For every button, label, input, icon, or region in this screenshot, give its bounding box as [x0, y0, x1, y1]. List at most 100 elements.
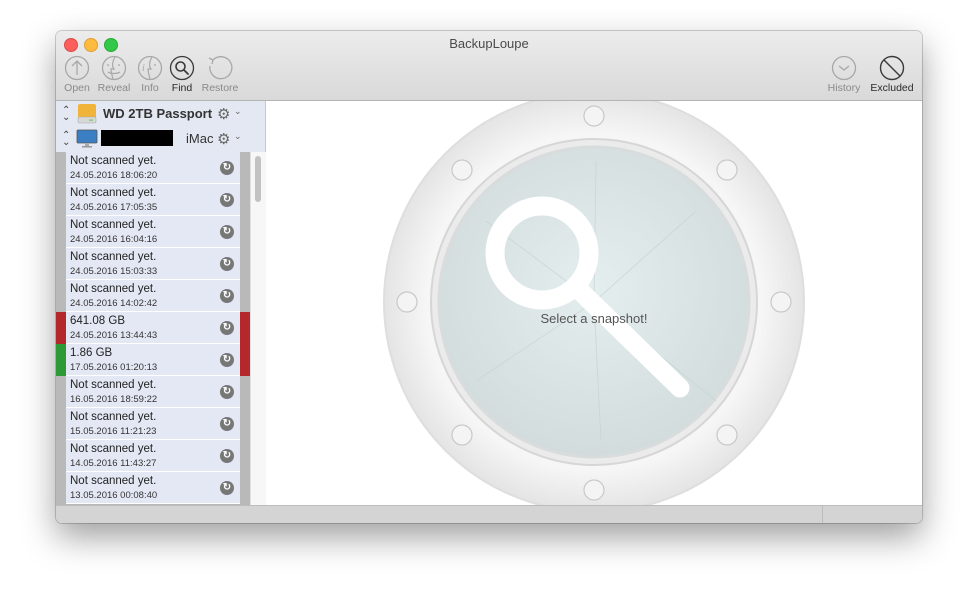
snapshot-date: 13.05.2016 00:08:40 — [70, 490, 158, 501]
chevron-down-icon[interactable]: ⌄ — [234, 106, 242, 117]
main-view: Select a snapshot! — [266, 101, 922, 505]
rescan-icon[interactable]: ↻ — [220, 193, 234, 207]
snapshot-row[interactable]: 641.08 GB 24.05.2016 13:44:43 ↻ — [56, 312, 250, 344]
snapshot-size: Not scanned yet. — [70, 187, 157, 199]
snapshot-size: Not scanned yet. — [70, 283, 157, 295]
rescan-icon[interactable]: ↻ — [220, 225, 234, 239]
snapshot-status-left — [56, 344, 66, 376]
snapshot-status-right — [240, 472, 250, 504]
snapshot-status-right — [240, 344, 250, 376]
gear-icon[interactable]: ⚙ — [217, 105, 230, 123]
restore-button[interactable]: Restore — [198, 55, 242, 94]
scrollbar[interactable] — [250, 152, 266, 505]
snapshot-row-body: Not scanned yet. 24.05.2016 15:03:33 ↻ — [66, 248, 240, 280]
titlebar-toolbar: BackupLoupe Open Reveal i Info Find Rest… — [56, 31, 922, 101]
rescan-icon[interactable]: ↻ — [220, 449, 234, 463]
snapshot-status-left — [56, 472, 66, 504]
imac-icon — [76, 129, 98, 148]
snapshot-row[interactable]: Not scanned yet. 13.05.2016 00:08:40 ↻ — [56, 472, 250, 504]
snapshot-status-left — [56, 440, 66, 472]
snapshot-status-right — [240, 408, 250, 440]
rescan-icon[interactable]: ↻ — [220, 161, 234, 175]
snapshot-row-body: Not scanned yet. 13.05.2016 00:08:40 ↻ — [66, 472, 240, 504]
rescan-icon[interactable]: ↻ — [220, 289, 234, 303]
snapshot-status-left — [56, 216, 66, 248]
excluded-button[interactable]: Excluded — [870, 55, 914, 94]
rescan-icon[interactable]: ↻ — [220, 353, 234, 367]
snapshot-row-body: Not scanned yet. 24.05.2016 18:06:20 ↻ — [66, 152, 240, 184]
snapshot-row[interactable]: Not scanned yet. 24.05.2016 15:03:33 ↻ — [56, 248, 250, 280]
rescan-icon[interactable]: ↻ — [220, 257, 234, 271]
machine-name: iMac — [186, 131, 214, 146]
snapshot-row-body: Not scanned yet. 24.05.2016 16:04:16 ↻ — [66, 216, 240, 248]
snapshot-date: 24.05.2016 14:02:42 — [70, 298, 158, 309]
snapshot-status-left — [56, 312, 66, 344]
rescan-icon[interactable]: ↻ — [220, 481, 234, 495]
snapshot-size: Not scanned yet. — [70, 411, 157, 423]
clock-icon — [831, 55, 857, 81]
porthole-illustration — [383, 101, 805, 505]
snapshot-status-right — [240, 440, 250, 472]
snapshot-status-left — [56, 280, 66, 312]
snapshot-row[interactable]: Not scanned yet. 24.05.2016 18:06:20 ↻ — [56, 152, 250, 184]
snapshot-row-body: Not scanned yet. 14.05.2016 11:43:27 ↻ — [66, 440, 240, 472]
rescan-icon[interactable]: ↻ — [220, 321, 234, 335]
select-snapshot-hint: Select a snapshot! — [540, 311, 648, 326]
arrow-up-circle-icon — [64, 55, 90, 81]
svg-text:i: i — [142, 63, 145, 74]
snapshot-date: 24.05.2016 13:44:43 — [70, 330, 158, 341]
snapshot-row[interactable]: Not scanned yet. 24.05.2016 14:02:42 ↻ — [56, 280, 250, 312]
status-bar-divider — [822, 506, 823, 523]
snapshot-date: 15.05.2016 11:21:23 — [70, 426, 157, 437]
snapshot-status-right — [240, 248, 250, 280]
restore-label: Restore — [201, 82, 239, 94]
restore-arrow-icon — [208, 56, 233, 80]
snapshot-list: Not scanned yet. 24.05.2016 18:06:20 ↻ Not … — [56, 152, 250, 505]
snapshot-row[interactable]: Not scanned yet. 15.05.2016 11:21:23 ↻ — [56, 408, 250, 440]
snapshot-row[interactable]: Not scanned yet. 14.05.2016 11:43:27 ↻ — [56, 440, 250, 472]
snapshot-date: 24.05.2016 16:04:16 — [70, 234, 158, 245]
window-title: BackupLoupe — [449, 36, 529, 51]
snapshot-row-body: Not scanned yet. 15.05.2016 11:21:23 ↻ — [66, 408, 240, 440]
snapshot-status-left — [56, 184, 66, 216]
scrollbar-thumb[interactable] — [255, 156, 261, 202]
up-down-chevron-icon: ⌃ ⌄ — [62, 130, 71, 148]
chevron-down-icon[interactable]: ⌄ — [234, 131, 242, 142]
snapshot-status-left — [56, 152, 66, 184]
finder-icon — [101, 55, 127, 81]
app-window: BackupLoupe Open Reveal i Info Find Rest… — [56, 31, 922, 523]
snapshot-row[interactable]: Not scanned yet. 24.05.2016 16:04:16 ↻ — [56, 216, 250, 248]
snapshot-size: Not scanned yet. — [70, 443, 157, 455]
gear-icon[interactable]: ⚙ — [217, 130, 230, 148]
status-bar — [56, 505, 922, 523]
rescan-icon[interactable]: ↻ — [220, 417, 234, 431]
machine-selector[interactable]: ⌃ ⌄ iMac ⚙ ⌄ — [56, 127, 250, 151]
snapshot-size: Not scanned yet. — [70, 475, 157, 487]
snapshot-status-right — [240, 152, 250, 184]
history-button[interactable]: History — [822, 55, 866, 94]
snapshot-status-right — [240, 312, 250, 344]
snapshot-date: 24.05.2016 17:05:35 — [70, 202, 158, 213]
snapshot-row[interactable]: Not scanned yet. 24.05.2016 17:05:35 ↻ — [56, 184, 250, 216]
snapshot-row[interactable]: Not scanned yet. 16.05.2016 18:59:22 ↻ — [56, 376, 250, 408]
snapshot-status-left — [56, 408, 66, 440]
snapshot-status-right — [240, 280, 250, 312]
snapshot-row-body: Not scanned yet. 16.05.2016 18:59:22 ↻ — [66, 376, 240, 408]
snapshot-row[interactable]: 1.86 GB 17.05.2016 01:20:13 ↻ — [56, 344, 250, 376]
snapshot-row-body: 1.86 GB 17.05.2016 01:20:13 ↻ — [66, 344, 240, 376]
snapshot-size: Not scanned yet. — [70, 379, 157, 391]
snapshot-status-right — [240, 376, 250, 408]
snapshot-status-left — [56, 376, 66, 408]
snapshot-row-body: Not scanned yet. 24.05.2016 14:02:42 ↻ — [66, 280, 240, 312]
excluded-label: Excluded — [870, 82, 914, 94]
disk-name: WD 2TB Passport — [103, 106, 213, 121]
prohibited-icon — [879, 55, 905, 81]
redacted-name — [101, 130, 173, 146]
snapshot-status-left — [56, 248, 66, 280]
snapshot-date: 14.05.2016 11:43:27 — [70, 458, 157, 469]
rescan-icon[interactable]: ↻ — [220, 385, 234, 399]
disk-selector[interactable]: ⌃ ⌄ WD 2TB Passport ⚙ ⌄ — [56, 102, 250, 126]
snapshot-size: Not scanned yet. — [70, 155, 157, 167]
snapshot-row-body: 641.08 GB 24.05.2016 13:44:43 ↻ — [66, 312, 240, 344]
snapshot-status-right — [240, 184, 250, 216]
